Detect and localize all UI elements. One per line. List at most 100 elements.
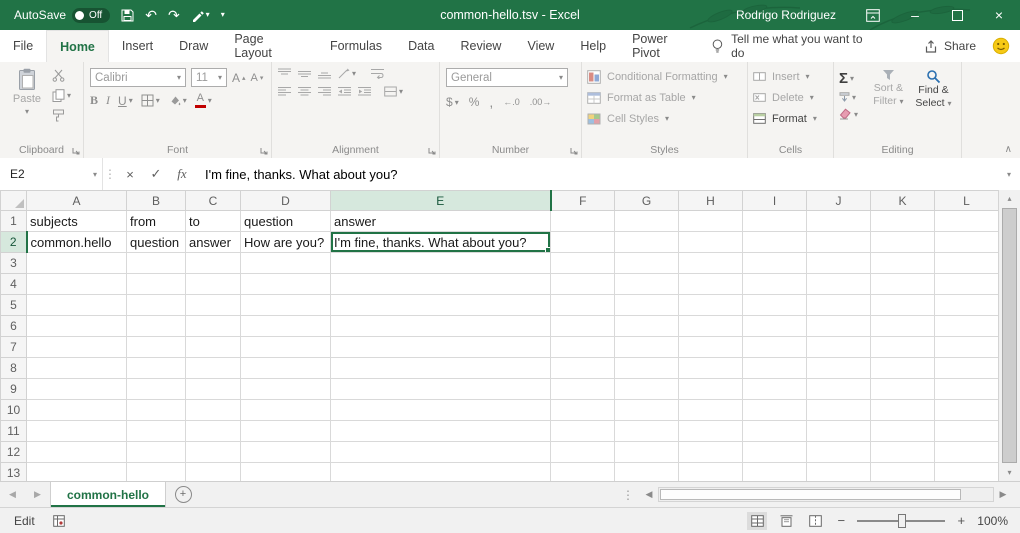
column-header-G[interactable]: G <box>615 191 679 211</box>
cell-L9[interactable] <box>935 379 999 400</box>
vertical-scrollbar[interactable]: ▴ ▾ <box>998 190 1020 481</box>
cell-E12[interactable] <box>331 442 551 463</box>
view-normal-button[interactable] <box>747 512 767 530</box>
cell-J5[interactable] <box>807 295 871 316</box>
cell-I2[interactable] <box>743 232 807 253</box>
cell-J3[interactable] <box>807 253 871 274</box>
cell-C13[interactable] <box>186 463 241 482</box>
cell-D2[interactable]: How are you? <box>241 232 331 253</box>
cell-A6[interactable] <box>27 316 127 337</box>
cell-H4[interactable] <box>679 274 743 295</box>
minimize-button[interactable]: – <box>894 0 936 30</box>
cell-styles-button[interactable]: Cell Styles ▾ <box>587 108 742 129</box>
cell-K8[interactable] <box>871 358 935 379</box>
cell-A7[interactable] <box>27 337 127 358</box>
h-scroll-left-button[interactable]: ◀ <box>640 489 658 500</box>
vertical-scroll-thumb[interactable] <box>1002 208 1017 463</box>
cell-D3[interactable] <box>241 253 331 274</box>
grow-font-button[interactable]: A▴ <box>232 71 246 85</box>
cell-F7[interactable] <box>551 337 615 358</box>
h-scroll-thumb[interactable] <box>660 489 961 500</box>
tell-me-box[interactable]: Tell me what you want to do <box>711 30 878 62</box>
zoom-out-button[interactable]: − <box>834 513 848 528</box>
cell-H5[interactable] <box>679 295 743 316</box>
cell-G9[interactable] <box>615 379 679 400</box>
cell-H12[interactable] <box>679 442 743 463</box>
cut-button[interactable] <box>52 69 71 82</box>
cell-A10[interactable] <box>27 400 127 421</box>
cell-G2[interactable] <box>615 232 679 253</box>
cell-C11[interactable] <box>186 421 241 442</box>
sort-filter-button[interactable]: Sort & Filter ▾ <box>866 65 911 142</box>
cell-C4[interactable] <box>186 274 241 295</box>
cell-I6[interactable] <box>743 316 807 337</box>
formula-cancel-button[interactable]: × <box>117 158 143 190</box>
cell-C3[interactable] <box>186 253 241 274</box>
cell-H8[interactable] <box>679 358 743 379</box>
ribbon-tab-help[interactable]: Help <box>567 30 619 62</box>
cell-L12[interactable] <box>935 442 999 463</box>
cell-D7[interactable] <box>241 337 331 358</box>
cell-A9[interactable] <box>27 379 127 400</box>
cell-K2[interactable] <box>871 232 935 253</box>
column-header-C[interactable]: C <box>186 191 241 211</box>
cell-F12[interactable] <box>551 442 615 463</box>
cell-A5[interactable] <box>27 295 127 316</box>
row-header-3[interactable]: 3 <box>1 253 27 274</box>
align-middle-button[interactable] <box>298 68 311 79</box>
column-header-H[interactable]: H <box>679 191 743 211</box>
cell-F2[interactable] <box>551 232 615 253</box>
cell-H11[interactable] <box>679 421 743 442</box>
cell-B10[interactable] <box>127 400 186 421</box>
cell-L1[interactable] <box>935 211 999 232</box>
row-header-6[interactable]: 6 <box>1 316 27 337</box>
row-header-9[interactable]: 9 <box>1 379 27 400</box>
borders-button[interactable]: ▾ <box>141 94 160 107</box>
column-header-E[interactable]: E <box>331 191 551 211</box>
paste-button[interactable]: Paste ▾ <box>6 68 48 116</box>
ribbon-tab-data[interactable]: Data <box>395 30 447 62</box>
scroll-up-button[interactable]: ▴ <box>999 190 1020 207</box>
inking-mode-button[interactable]: ▾ <box>191 9 210 22</box>
ribbon-tab-home[interactable]: Home <box>46 30 109 62</box>
horizontal-scrollbar[interactable]: ◀ ▶ <box>640 482 1012 507</box>
cell-L2[interactable] <box>935 232 999 253</box>
scroll-down-button[interactable]: ▾ <box>999 464 1020 481</box>
cell-B4[interactable] <box>127 274 186 295</box>
undo-button[interactable]: ↶ <box>145 8 157 22</box>
row-header-1[interactable]: 1 <box>1 211 27 232</box>
cell-D12[interactable] <box>241 442 331 463</box>
cell-F10[interactable] <box>551 400 615 421</box>
cell-D6[interactable] <box>241 316 331 337</box>
alignment-dialog-launcher[interactable] <box>428 147 436 155</box>
column-header-A[interactable]: A <box>27 191 127 211</box>
cell-B11[interactable] <box>127 421 186 442</box>
cell-K6[interactable] <box>871 316 935 337</box>
cell-A4[interactable] <box>27 274 127 295</box>
font-color-button[interactable]: A ▾ <box>195 93 212 108</box>
cell-F11[interactable] <box>551 421 615 442</box>
close-button[interactable]: × <box>978 0 1020 30</box>
cell-G10[interactable] <box>615 400 679 421</box>
column-header-D[interactable]: D <box>241 191 331 211</box>
delete-cells-button[interactable]: Delete ▾ <box>753 87 828 108</box>
cell-E8[interactable] <box>331 358 551 379</box>
row-header-8[interactable]: 8 <box>1 358 27 379</box>
cell-K4[interactable] <box>871 274 935 295</box>
tab-scroll-splitter[interactable]: ⋮ <box>616 482 640 507</box>
cell-F9[interactable] <box>551 379 615 400</box>
cell-I5[interactable] <box>743 295 807 316</box>
cell-E10[interactable] <box>331 400 551 421</box>
h-scroll-right-button[interactable]: ▶ <box>994 489 1012 500</box>
format-cells-button[interactable]: Format ▾ <box>753 108 828 129</box>
cell-L4[interactable] <box>935 274 999 295</box>
sheet-tab-common-hello[interactable]: common-hello <box>50 482 166 507</box>
cell-B9[interactable] <box>127 379 186 400</box>
cell-L6[interactable] <box>935 316 999 337</box>
cell-J7[interactable] <box>807 337 871 358</box>
cell-E13[interactable] <box>331 463 551 482</box>
cell-E3[interactable] <box>331 253 551 274</box>
expand-formula-bar-button[interactable]: ▾ <box>998 158 1020 190</box>
cell-G11[interactable] <box>615 421 679 442</box>
format-painter-button[interactable] <box>52 109 71 122</box>
